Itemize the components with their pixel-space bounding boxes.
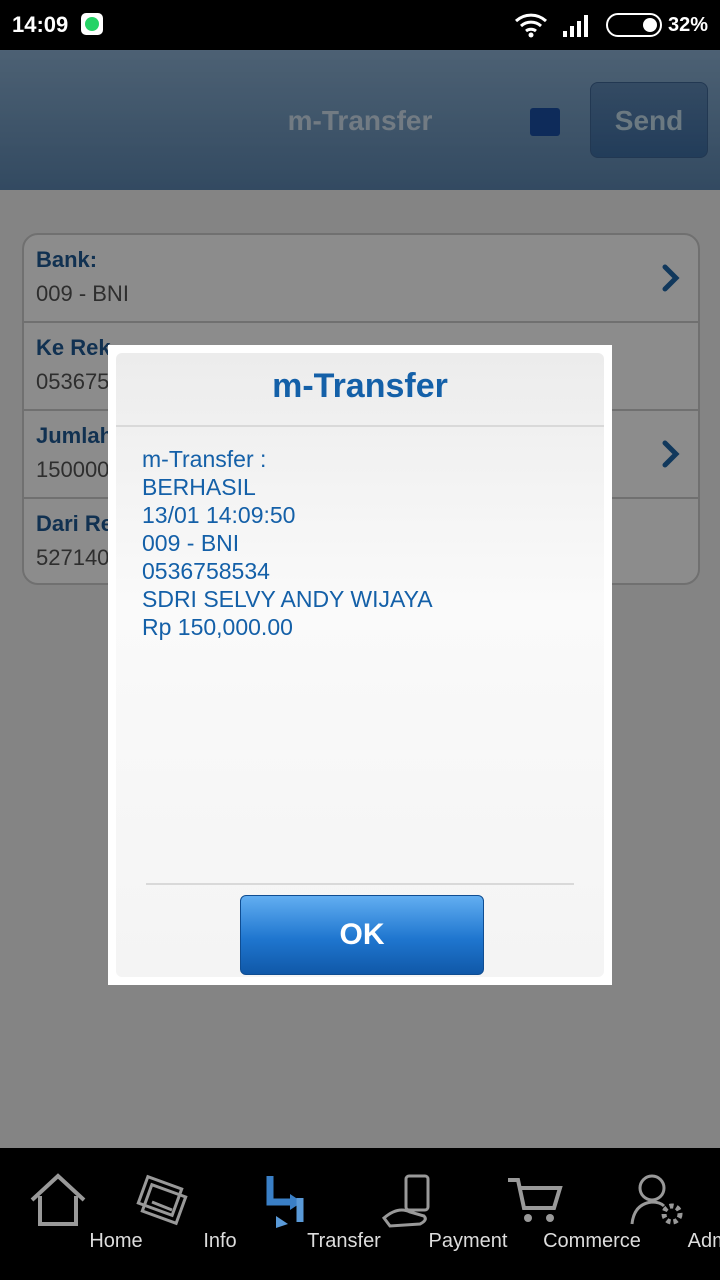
dialog-line: 0536758534 (142, 558, 270, 584)
dialog-title: m-Transfer (272, 367, 448, 405)
dialog-line: SDRI SELVY ANDY WIJAYA (142, 586, 433, 612)
battery-percent: 32% (668, 14, 709, 36)
nav-item-commerce[interactable]: Commerce (476, 1148, 641, 1280)
wifi-icon (514, 13, 548, 38)
dialog-panel: m-Transfer m-Transfer : BERHASIL 13/01 1… (116, 353, 604, 977)
transfer-icon (266, 1176, 304, 1228)
home-icon (30, 1173, 86, 1226)
nav-item-payment[interactable]: Payment (352, 1148, 507, 1280)
payment-icon (381, 1174, 430, 1228)
bottom-nav: Home Info Transfer Payment Commerce Ad (0, 1148, 720, 1280)
battery-icon (606, 13, 662, 37)
signal-icon (563, 15, 588, 37)
nav-item-admin[interactable]: Admin (600, 1148, 720, 1280)
dialog-line: Rp 150,000.00 (142, 614, 293, 640)
dialog-line: 009 - BNI (142, 530, 240, 556)
divider (146, 883, 574, 885)
status-bar: 14:09 32% (0, 0, 720, 50)
admin-icon (630, 1174, 683, 1225)
info-icon (136, 1174, 188, 1226)
nav-item-transfer[interactable]: Transfer (228, 1148, 381, 1280)
whatsapp-icon (81, 13, 103, 35)
ok-button[interactable]: OK (240, 895, 484, 975)
result-dialog: m-Transfer m-Transfer : BERHASIL 13/01 1… (108, 345, 612, 985)
dialog-message: m-Transfer : BERHASIL 13/01 14:09:50 009… (142, 445, 433, 641)
dialog-line: BERHASIL (142, 474, 256, 500)
cart-icon (508, 1178, 563, 1222)
nav-item-info[interactable]: Info (104, 1148, 237, 1280)
status-time: 14:09 (12, 12, 69, 37)
nav-item-home[interactable]: Home (0, 1148, 143, 1280)
nav-label: Admin (687, 1230, 720, 1252)
divider (116, 425, 604, 427)
dialog-line: 13/01 14:09:50 (142, 502, 296, 528)
dialog-line: m-Transfer : (142, 446, 267, 472)
